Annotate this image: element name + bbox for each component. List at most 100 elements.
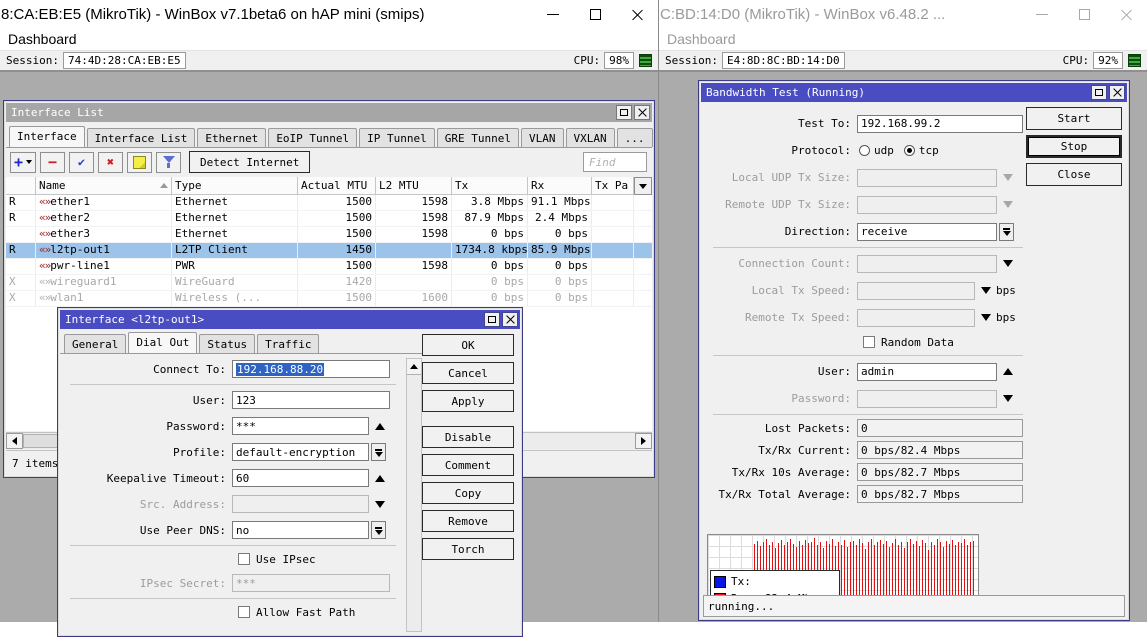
tab-gre-tunnel[interactable]: GRE Tunnel: [437, 128, 519, 147]
disable-button[interactable]: Disable: [422, 426, 514, 448]
close-button[interactable]: [1109, 85, 1125, 100]
dashboard-menu[interactable]: Dashboard: [659, 28, 1147, 50]
close-button[interactable]: [1105, 1, 1147, 27]
close-button[interactable]: Close: [1026, 163, 1122, 186]
table-row[interactable]: pwr-line1 PWR 1500 1598 0 bps 0 bps: [6, 259, 652, 275]
scroll-left-button[interactable]: [6, 433, 23, 449]
dashboard-menu[interactable]: Dashboard: [0, 28, 658, 50]
cpu-graph-icon[interactable]: [639, 54, 652, 67]
maximize-button[interactable]: [574, 1, 616, 27]
local-udp-tx-size-input[interactable]: [857, 169, 997, 187]
local-tx-speed-input[interactable]: [857, 282, 975, 300]
comment-button[interactable]: Comment: [422, 454, 514, 476]
user-input[interactable]: 123: [232, 391, 390, 409]
direction-select[interactable]: receive: [857, 223, 997, 241]
tab-interface[interactable]: Interface: [9, 126, 85, 147]
table-row-disabled[interactable]: X wireguard1 WireGuard 1420 0 bps 0 bps: [6, 275, 652, 291]
column-rx[interactable]: Rx: [528, 177, 592, 195]
tab-dial-out[interactable]: Dial Out: [128, 332, 197, 353]
ipsec-secret-input[interactable]: ***: [232, 574, 390, 592]
column-tx[interactable]: Tx: [452, 177, 528, 195]
tab-vlan[interactable]: VLAN: [521, 128, 564, 147]
table-row[interactable]: R ether1 Ethernet 1500 1598 3.8 Mbps 91.…: [6, 195, 652, 211]
expand-down-icon[interactable]: [375, 501, 385, 508]
vertical-scrollbar[interactable]: [406, 358, 422, 632]
table-row-selected[interactable]: R l2tp-out1 L2TP Client 1450 1734.8 kbps…: [6, 243, 652, 259]
copy-button[interactable]: Copy: [422, 482, 514, 504]
expand-down-icon[interactable]: [1003, 174, 1013, 181]
collapse-up-icon[interactable]: [1003, 368, 1013, 375]
column-actual-mtu[interactable]: Actual MTU: [298, 177, 376, 195]
remove-button[interactable]: Remove: [422, 510, 514, 532]
minimize-button[interactable]: [532, 1, 574, 27]
tab-ethernet[interactable]: Ethernet: [197, 128, 266, 147]
test-to-input[interactable]: 192.168.99.2: [857, 115, 1023, 133]
remote-udp-tx-size-input[interactable]: [857, 196, 997, 214]
dropdown-button[interactable]: [371, 521, 386, 539]
password-input[interactable]: ***: [232, 417, 369, 435]
tab-vxlan[interactable]: VXLAN: [566, 128, 615, 147]
close-button[interactable]: [616, 1, 658, 27]
column-flags[interactable]: [6, 177, 36, 195]
table-row-disabled[interactable]: X wlan1 Wireless (... 1500 1600 0 bps 0 …: [6, 291, 652, 307]
expand-down-icon[interactable]: [1003, 201, 1013, 208]
collapse-up-icon[interactable]: [375, 475, 385, 482]
filter-button[interactable]: [156, 152, 181, 173]
start-button[interactable]: Start: [1026, 107, 1122, 130]
comment-button[interactable]: [127, 152, 152, 173]
enable-button[interactable]: ✔: [69, 152, 94, 173]
scroll-right-button[interactable]: [635, 433, 652, 449]
tab-general[interactable]: General: [64, 334, 126, 353]
profile-select[interactable]: default-encryption: [232, 443, 369, 461]
column-tx-pa[interactable]: Tx Pa: [592, 177, 634, 195]
remove-button[interactable]: −: [40, 152, 65, 173]
user-input[interactable]: admin: [857, 363, 997, 381]
maximize-button[interactable]: [1063, 1, 1105, 27]
column-type[interactable]: Type: [172, 177, 298, 195]
maximize-button[interactable]: [1091, 85, 1107, 100]
src-address-input[interactable]: [232, 495, 369, 513]
password-input[interactable]: [857, 390, 997, 408]
remote-tx-speed-input[interactable]: [857, 309, 975, 327]
close-button[interactable]: [634, 105, 650, 120]
tab-ip-tunnel[interactable]: IP Tunnel: [359, 128, 435, 147]
detect-internet-button[interactable]: Detect Internet: [189, 151, 310, 173]
random-data-checkbox[interactable]: [863, 336, 875, 348]
expand-down-icon[interactable]: [981, 287, 991, 294]
tab-more[interactable]: ...: [617, 128, 653, 147]
expand-down-icon[interactable]: [1003, 260, 1013, 267]
maximize-button[interactable]: [616, 105, 632, 120]
expand-down-icon[interactable]: [1003, 395, 1013, 402]
tab-eoip-tunnel[interactable]: EoIP Tunnel: [268, 128, 357, 147]
tcp-radio[interactable]: [904, 145, 915, 156]
allow-fast-path-checkbox[interactable]: [238, 606, 250, 618]
keepalive-timeout-input[interactable]: 60: [232, 469, 369, 487]
use-ipsec-checkbox[interactable]: [238, 553, 250, 565]
dropdown-button[interactable]: [999, 223, 1014, 241]
cpu-graph-icon[interactable]: [1128, 54, 1141, 67]
use-peer-dns-select[interactable]: no: [232, 521, 369, 539]
tab-interface-list[interactable]: Interface List: [87, 128, 196, 147]
find-input[interactable]: Find: [583, 152, 647, 172]
cancel-button[interactable]: Cancel: [422, 362, 514, 384]
column-chooser-button[interactable]: [634, 177, 652, 195]
ok-button[interactable]: OK: [422, 334, 514, 356]
connection-count-input[interactable]: [857, 255, 997, 273]
udp-radio[interactable]: [859, 145, 870, 156]
maximize-button[interactable]: [484, 312, 500, 327]
disable-button[interactable]: ✖: [98, 152, 123, 173]
expand-down-icon[interactable]: [981, 314, 991, 321]
apply-button[interactable]: Apply: [422, 390, 514, 412]
close-button[interactable]: [502, 312, 518, 327]
dropdown-button[interactable]: [371, 443, 386, 461]
minimize-button[interactable]: [1021, 1, 1063, 27]
column-l2-mtu[interactable]: L2 MTU: [376, 177, 452, 195]
table-row[interactable]: ether3 Ethernet 1500 1598 0 bps 0 bps: [6, 227, 652, 243]
column-name[interactable]: Name: [36, 177, 172, 195]
tab-traffic[interactable]: Traffic: [257, 334, 319, 353]
scroll-up-button[interactable]: [407, 359, 421, 375]
tab-status[interactable]: Status: [199, 334, 255, 353]
stop-button[interactable]: Stop: [1026, 135, 1122, 158]
add-button[interactable]: +: [10, 152, 36, 173]
connect-to-input[interactable]: 192.168.88.20: [232, 360, 390, 378]
